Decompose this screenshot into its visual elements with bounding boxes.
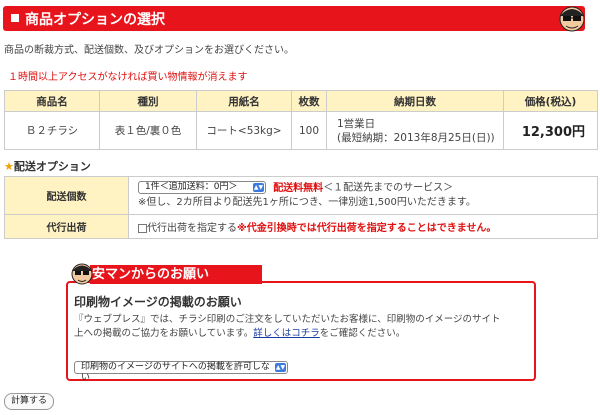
proxy-shipping-warning: ※代金引換時では代行出荷を指定することはできません。	[237, 223, 497, 234]
delivery-section-label: 配送オプション	[13, 160, 91, 173]
type-cell: 表１色/裏０色	[99, 111, 197, 150]
paper-cell: コート<53kg>	[196, 111, 292, 150]
star-icon: ★	[4, 160, 14, 173]
delivery-options-table: 配送個数 1件＜追加送料：0円＞ ▲▼ 配送料無料＜１配送先までのサービス＞ ※但…	[4, 176, 598, 239]
delivery-count-line: 1件＜追加送料：0円＞ ▲▼ 配送料無料＜１配送先までのサービス＞	[138, 181, 597, 196]
free-shipping-note: ＜１配送先までのサービス＞	[323, 182, 454, 194]
price-cell: 12,300円	[503, 111, 598, 150]
proxy-shipping-label: 代行出荷	[4, 214, 129, 239]
notice-body-prefix: 上への掲載のご協力をお願いしています。	[74, 328, 254, 339]
delivery-earliest-date: (最短納期：2013年8月25日(日))	[337, 131, 495, 144]
mascot-icon	[71, 263, 93, 285]
session-warning: １時間以上アクセスがなければ買い物情報が消えます	[8, 72, 248, 83]
notice-heading: 印刷物イメージの掲載のお願い	[74, 295, 242, 309]
column-header: 用紙名	[196, 90, 292, 112]
column-header: 商品名	[4, 90, 100, 112]
delivery-count-cell: 1件＜追加送料：0円＞ ▲▼ 配送料無料＜１配送先までのサービス＞ ※但し、2カ所…	[128, 176, 598, 215]
page-title: 商品オプションの選択	[25, 12, 165, 28]
free-shipping-label: 配送料無料	[273, 182, 324, 194]
square-bullet-icon	[11, 14, 19, 22]
extra-shipping-note: ※但し、2カ所目より配送先1ヶ所につき、一律別途1,500円いただきます。	[138, 196, 476, 208]
column-header: 枚数	[291, 90, 327, 112]
section-header-bar: 商品オプションの選択	[3, 6, 585, 31]
notice-body-suffix: をご確認ください。	[319, 328, 406, 339]
chevron-updown-icon: ▲▼	[253, 183, 264, 193]
image-permission-select-value: 印刷物のイメージのサイトへの掲載を許可しない	[81, 362, 270, 383]
table-header-row: 商品名 種別 用紙名 枚数 納期日数 価格(税込)	[4, 90, 598, 112]
notice-body-line1: 『ウェブプレス』では、チラシ印刷のご注文をしていただいたお客様に、印刷物のイメー…	[74, 314, 501, 325]
image-permission-select[interactable]: 印刷物のイメージのサイトへの掲載を許可しない ▲▼	[74, 361, 288, 383]
delivery-count-select-value: 1件＜追加送料：0円＞	[145, 182, 238, 193]
delivery-count-label: 配送個数	[4, 176, 129, 215]
table-row: Ｂ２チラシ 表１色/裏０色 コート<53kg> 100 1営業日 (最短納期：2…	[4, 111, 598, 150]
proxy-shipping-checkbox-label: 代行出荷を指定する	[147, 223, 237, 234]
proxy-shipping-checkbox[interactable]	[138, 223, 147, 233]
notice-banner: 安マンからのお願い	[90, 265, 262, 284]
proxy-shipping-row: 代行出荷 代行出荷を指定する※代金引換時では代行出荷を指定することはできません。	[4, 214, 598, 239]
product-cell: Ｂ２チラシ	[4, 111, 100, 150]
delivery-days-cell: 1営業日 (最短納期：2013年8月25日(日))	[326, 111, 504, 150]
notice-body-line2: 上への掲載のご協力をお願いしています。詳しくはコチラをご確認ください。	[74, 325, 405, 339]
delivery-section-title: ★配送オプション	[4, 158, 91, 174]
delivery-count-select[interactable]: 1件＜追加送料：0円＞ ▲▼	[138, 181, 266, 195]
mascot-icon	[559, 6, 585, 32]
column-header: 価格(税込)	[503, 90, 598, 112]
quantity-cell: 100	[291, 111, 327, 150]
chevron-updown-icon: ▲▼	[275, 363, 286, 372]
delivery-days-line: 1営業日	[337, 117, 376, 130]
details-link[interactable]: 詳しくはコチラ	[253, 328, 320, 339]
column-header: 種別	[99, 90, 197, 112]
image-permission-wrapper: 印刷物のイメージのサイトへの掲載を許可しない ▲▼	[74, 357, 288, 383]
notice-box: 印刷物イメージの掲載のお願い 『ウェブプレス』では、チラシ印刷のご注文をしていた…	[66, 281, 536, 383]
order-table: 商品名 種別 用紙名 枚数 納期日数 価格(税込) Ｂ２チラシ 表１色/裏０色 …	[4, 90, 598, 150]
column-header: 納期日数	[326, 90, 504, 112]
delivery-count-row: 配送個数 1件＜追加送料：0円＞ ▲▼ 配送料無料＜１配送先までのサービス＞ ※但…	[4, 176, 598, 215]
proxy-shipping-cell: 代行出荷を指定する※代金引換時では代行出荷を指定することはできません。	[128, 214, 598, 239]
calculate-button[interactable]: 計算する	[4, 393, 55, 410]
intro-text: 商品の断裁方式、配送個数、及びオプションをお選びください。	[4, 45, 294, 56]
